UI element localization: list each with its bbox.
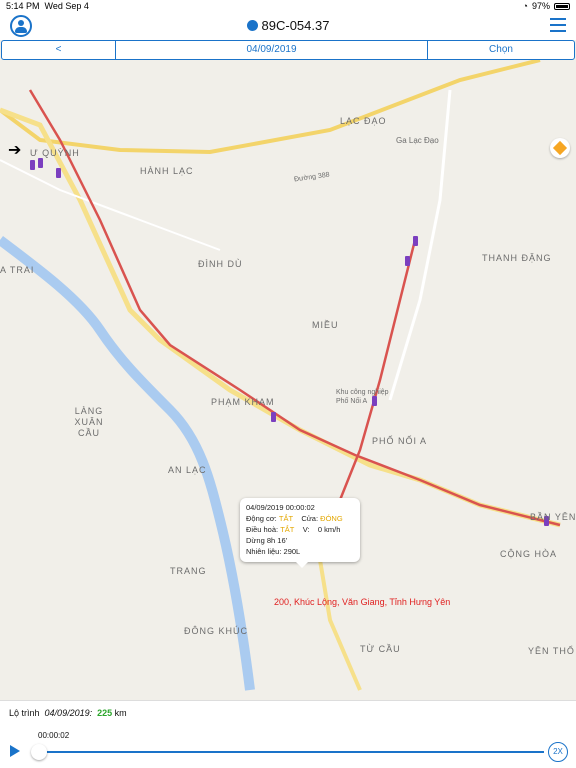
status-bar: 5:14 PM Wed Sep 4 ◔ 97% [0,0,576,12]
play-icon[interactable] [10,745,20,757]
map-label-trang: TRANG [170,566,207,576]
menu-icon[interactable] [550,18,566,32]
map-label-hanh-lac: HÀNH LẠC [140,166,194,176]
map-label-pho-noi-a: PHỐ NỐI A [372,436,428,446]
map-label-yen-tho: YÊN THỔ [528,646,575,656]
vehicle-title: 89C-054.37 [0,18,576,33]
nav-bar: 89C-054.37 [0,12,576,40]
date-segment: < 04/09/2019 Chọn [1,40,575,60]
status-right: ◔ 97% [523,1,570,11]
vehicle-marker [30,160,35,170]
map-label-a-trai: A TRAI [0,265,35,275]
playback-time: 00:00:02 [38,731,70,740]
popup-ac-row: Điều hoà: TẮT V: 0 km/h [246,525,341,534]
popup-stop: Dừng 8h 16' [246,536,288,545]
map[interactable]: ➔ HÀNH LẠC ĐÌNH DÙ MIỀU PHẠM KHAM AN LẠC… [0,60,576,700]
map-label-thanh-dang: THANH ĐẶNG [482,253,552,263]
playback-slider-thumb[interactable] [31,744,47,760]
speed-button[interactable]: 2X [548,742,568,762]
vehicle-marker [271,412,276,422]
door-status: ĐÓNG [320,514,343,523]
route-distance: 225 [97,708,113,718]
map-label-kcn-pho-noi: Khu công nghiệp Phố Nối A [336,389,389,405]
route-summary: Lộ trình 04/09/2019: 225 km [9,708,127,718]
map-label-lang-xuan-cau: LÀNG XUÂN CẦU [74,406,104,438]
vehicle-marker [413,236,418,246]
battery-icon [554,2,570,10]
playback-slider-track[interactable] [34,751,544,753]
map-label-dong-khuc: ĐÔNG KHÚC [184,626,249,636]
prev-day-button[interactable]: < [2,41,116,59]
popup-fuel: Nhiên liệu: 290L [246,547,301,556]
vehicle-address: 200, Khúc Lộng, Văn Giang, Tỉnh Hưng Yên [274,597,451,607]
map-label-u-quynh: Ư QUỲNH [30,148,80,158]
wifi-icon: ◔ [522,1,528,11]
popup-engine-row: Động cơ: TẮT Cửa: ĐÓNG [246,514,343,523]
engine-status: TẮT [278,514,294,523]
map-label-an-lac: AN LẠC [168,465,207,475]
map-label-mieu: MIỀU [312,320,339,330]
choose-button[interactable]: Chọn [428,41,574,59]
playback-panel: Lộ trình 04/09/2019: 225 km 00:00:02 2X [0,700,576,768]
map-label-dinh-du: ĐÌNH DÙ [198,259,243,269]
vehicle-marker [38,158,43,168]
map-label-lac-dao: LẠC ĐẠO [340,116,387,126]
battery-percent: 97% [531,1,550,11]
map-label-ga-lac-dao: Ga Lạc Đạo [396,136,439,145]
ac-status: TẮT [280,525,295,534]
vehicle-marker [56,168,61,178]
car-icon [246,20,258,31]
arrow-icon[interactable]: ➔ [8,140,21,160]
map-label-cong-hoa: CỘNG HÒA [500,549,558,559]
date-button[interactable]: 04/09/2019 [116,41,428,59]
popup-time: 04/09/2019 00:00:02 [246,503,315,512]
map-label-pham-kham: PHẠM KHAM [211,397,275,407]
vehicle-marker [405,256,410,266]
vehicle-info-popup: 04/09/2019 00:00:02 Động cơ: TẮT Cửa: ĐÓ… [240,498,360,568]
speed-value: 0 km/h [317,525,341,534]
status-time: 5:14 PM Wed Sep 4 [6,1,89,11]
layers-icon[interactable] [550,138,570,158]
map-label-tu-cau: TỪ CẦU [360,644,401,654]
map-label-ban-yen: BẦN YÊN N [530,512,576,522]
